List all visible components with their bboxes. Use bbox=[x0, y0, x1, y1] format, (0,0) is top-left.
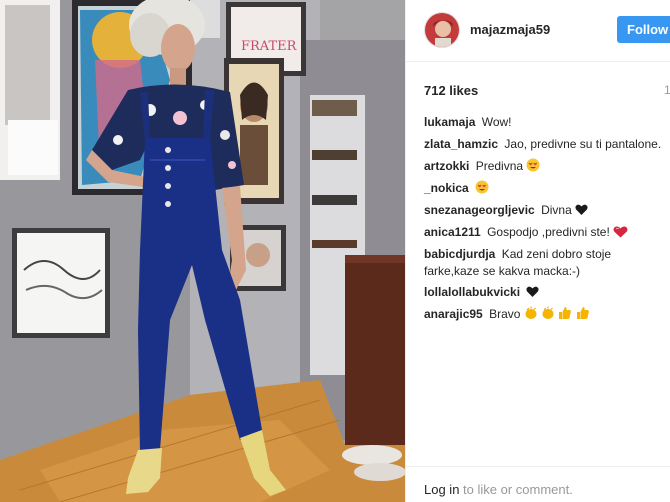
wall-frame-text: FRATER bbox=[241, 39, 298, 54]
login-link[interactable]: Log in bbox=[424, 482, 459, 497]
photo-woman-overalls: FRATER bbox=[0, 0, 405, 502]
comment: lukamaja Wow! bbox=[424, 114, 670, 131]
thumbs-up-emoji bbox=[559, 307, 572, 319]
clap-emoji bbox=[525, 306, 537, 319]
comments-list: lukamaja Wow! zlata_hamzic Jao, predivne… bbox=[424, 114, 670, 328]
comment-username[interactable]: _nokica bbox=[424, 181, 469, 195]
post-sidebar: majazmaja59 Follow 712 likes 1c lukamaja… bbox=[405, 0, 670, 502]
comment-username[interactable]: anica1211 bbox=[424, 225, 481, 239]
comment-text: Divna bbox=[541, 203, 572, 217]
heart-emoji bbox=[613, 226, 628, 238]
comment-text: Wow! bbox=[481, 115, 512, 129]
comment-text: Jao, predivne su ti pantalone. bbox=[504, 137, 662, 151]
likes-count[interactable]: 712 likes bbox=[424, 83, 478, 98]
login-prompt-text: to like or comment. bbox=[463, 482, 573, 497]
post-footer: Log in to like or comment. bbox=[406, 466, 670, 502]
comment: snezanageorgljevic Divna bbox=[424, 202, 670, 219]
comment: artzokki Predivna bbox=[424, 158, 670, 175]
comment-username[interactable]: babicdjurdja bbox=[424, 247, 495, 261]
thumbs-up-emoji bbox=[576, 307, 589, 319]
comment-username[interactable]: lukamaja bbox=[424, 115, 475, 129]
login-prompt: Log in to like or comment. bbox=[424, 482, 573, 497]
comment: lollalollabukvicki bbox=[424, 284, 670, 301]
comment: anarajic95 Bravo bbox=[424, 306, 670, 323]
avatar[interactable] bbox=[424, 12, 460, 48]
comment-username[interactable]: zlata_hamzic bbox=[424, 137, 498, 151]
comment-username[interactable]: anarajic95 bbox=[424, 307, 483, 321]
comment: babicdjurdja Kad zeni dobro stoje farke,… bbox=[424, 246, 656, 280]
follow-button[interactable]: Follow bbox=[617, 16, 670, 43]
heart-eyes-emoji bbox=[475, 180, 489, 194]
comment-text: Gospodjo ,predivni ste! bbox=[487, 225, 610, 239]
comment: _nokica bbox=[424, 180, 670, 197]
heart-eyes-emoji bbox=[526, 158, 540, 172]
comment-username[interactable]: lollalollabukvicki bbox=[424, 285, 520, 299]
avatar-image bbox=[425, 13, 459, 47]
clap-emoji bbox=[542, 306, 554, 319]
username-link[interactable]: majazmaja59 bbox=[470, 22, 550, 37]
post-photo[interactable]: FRATER bbox=[0, 0, 405, 502]
comment-text: Bravo bbox=[489, 307, 521, 321]
black-heart-emoji bbox=[526, 286, 539, 297]
likes-row: 712 likes 1c bbox=[424, 82, 670, 100]
comment-username[interactable]: snezanageorgljevic bbox=[424, 203, 535, 217]
post-date[interactable]: 1c bbox=[664, 83, 670, 97]
black-heart-emoji bbox=[575, 204, 588, 215]
comment: anica1211 Gospodjo ,predivni ste! bbox=[424, 224, 670, 241]
post-header: majazmaja59 Follow bbox=[406, 0, 670, 62]
comment: zlata_hamzic Jao, predivne su ti pantalo… bbox=[424, 136, 670, 153]
comment-username[interactable]: artzokki bbox=[424, 159, 469, 173]
comment-text: Predivna bbox=[475, 159, 524, 173]
